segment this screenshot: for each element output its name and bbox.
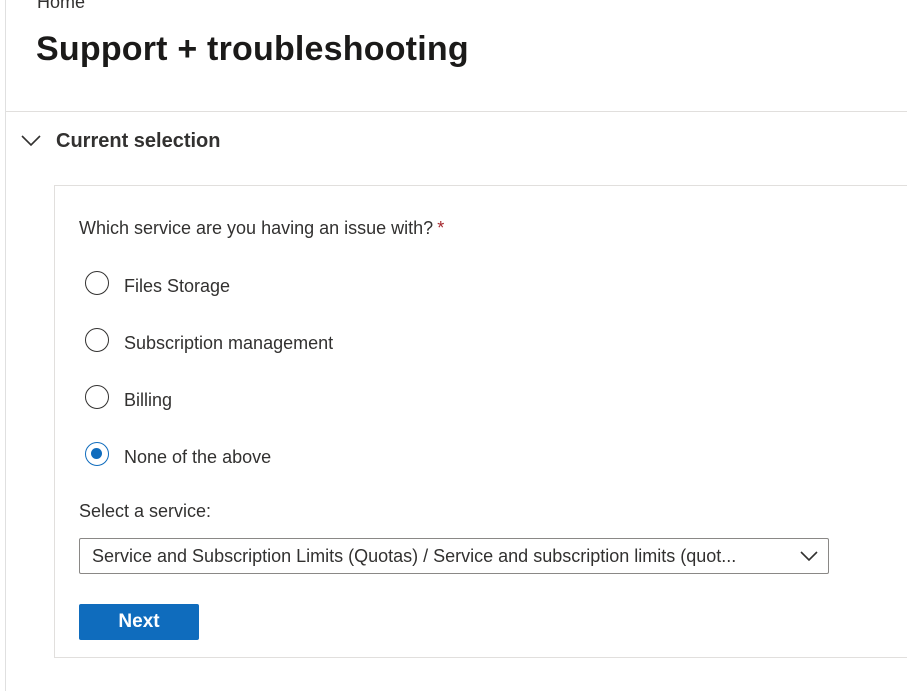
radio-option-subscription-management[interactable]: Subscription management xyxy=(85,325,333,355)
radio-option-none-of-the-above[interactable]: None of the above xyxy=(85,439,271,469)
radio-button[interactable] xyxy=(85,328,109,352)
breadcrumb-home[interactable]: Home xyxy=(37,0,85,13)
radio-button-selected[interactable] xyxy=(85,442,109,466)
section-title: Current selection xyxy=(56,129,221,152)
required-marker: * xyxy=(437,218,445,238)
selection-panel: Which service are you having an issue wi… xyxy=(54,185,907,658)
dropdown-selected-value: Service and Subscription Limits (Quotas)… xyxy=(92,545,737,566)
radio-label: None of the above xyxy=(124,446,272,467)
chevron-down-icon xyxy=(800,551,818,562)
radio-button[interactable] xyxy=(85,385,109,409)
radio-label: Files Storage xyxy=(124,275,231,296)
header-divider xyxy=(6,111,907,112)
service-dropdown[interactable]: Service and Subscription Limits (Quotas)… xyxy=(79,538,829,574)
current-selection-toggle[interactable]: Current selection xyxy=(20,124,220,158)
radio-label: Subscription management xyxy=(124,332,334,353)
radio-option-billing[interactable]: Billing xyxy=(85,382,172,412)
service-question: Which service are you having an issue wi… xyxy=(79,218,444,239)
left-border xyxy=(5,0,6,691)
next-button[interactable]: Next xyxy=(79,604,199,640)
radio-button[interactable] xyxy=(85,271,109,295)
page-title: Support + troubleshooting xyxy=(36,30,469,68)
radio-option-files-storage[interactable]: Files Storage xyxy=(85,268,230,298)
question-text: Which service are you having an issue wi… xyxy=(79,218,434,238)
support-page: Home Support + troubleshooting Current s… xyxy=(0,0,907,691)
radio-label: Billing xyxy=(124,389,173,410)
chevron-down-icon xyxy=(21,135,41,147)
select-service-label: Select a service: xyxy=(79,501,212,521)
